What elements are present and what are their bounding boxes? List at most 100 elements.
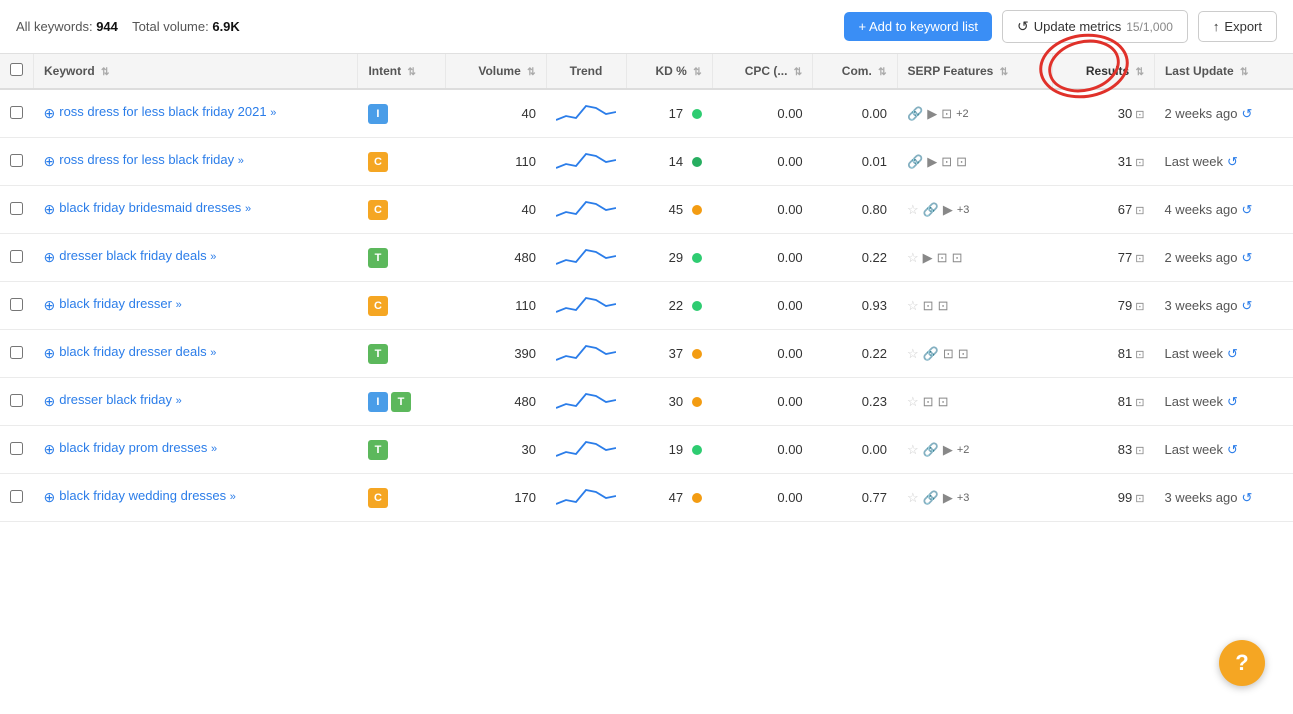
col-kd: KD % ⇅ xyxy=(626,54,712,89)
refresh-icon[interactable]: ↺ xyxy=(1227,346,1238,361)
keyword-link[interactable]: ⊕ black friday prom dresses » xyxy=(44,439,348,460)
results-link-icon: ⊡ xyxy=(1135,493,1144,505)
serp-cell: ☆🔗⊡⊡ xyxy=(897,330,1053,378)
com-cell: 0.77 xyxy=(813,474,897,522)
row-checkbox[interactable] xyxy=(10,442,23,455)
keyword-link[interactable]: ⊕ ross dress for less black friday » xyxy=(44,151,348,172)
kd-sort-icon[interactable]: ⇅ xyxy=(693,67,701,78)
last-update-cell: Last week↺ xyxy=(1154,138,1293,186)
keyword-text: black friday dresser » xyxy=(59,295,181,313)
com-cell: 0.01 xyxy=(813,138,897,186)
serp-star-icon: ☆ xyxy=(907,250,919,266)
row-checkbox-cell[interactable] xyxy=(0,138,34,186)
results-link-icon: ⊡ xyxy=(1135,205,1144,217)
volume-sort-icon[interactable]: ⇅ xyxy=(527,67,535,78)
serp-star-icon: ☆ xyxy=(907,442,919,458)
intent-sort-icon[interactable]: ⇅ xyxy=(407,67,415,78)
intent-cell: C xyxy=(358,186,446,234)
keyword-link[interactable]: ⊕ black friday dresser » xyxy=(44,295,348,316)
refresh-icon[interactable]: ↺ xyxy=(1241,298,1252,313)
refresh-icon[interactable]: ↺ xyxy=(1227,442,1238,457)
results-sort-icon[interactable]: ⇅ xyxy=(1136,67,1144,78)
kd-cell: 14 xyxy=(626,138,712,186)
refresh-icon[interactable]: ↺ xyxy=(1227,394,1238,409)
trend-chart xyxy=(556,194,616,222)
volume-cell: 480 xyxy=(446,234,546,282)
row-checkbox[interactable] xyxy=(10,154,23,167)
serp-image-icon: ⊡ xyxy=(941,154,952,170)
keyword-sort-icon[interactable]: ⇅ xyxy=(101,67,109,78)
keyword-link[interactable]: ⊕ black friday dresser deals » xyxy=(44,343,348,364)
row-checkbox[interactable] xyxy=(10,106,23,119)
com-sort-icon[interactable]: ⇅ xyxy=(878,67,886,78)
row-checkbox-cell[interactable] xyxy=(0,474,34,522)
keyword-plus-icon: ⊕ xyxy=(44,248,56,268)
kd-dot xyxy=(692,205,702,215)
last-update-sort-icon[interactable]: ⇅ xyxy=(1240,67,1248,78)
update-metrics-button[interactable]: ↺ Update metrics 15/1,000 xyxy=(1002,10,1188,43)
row-checkbox[interactable] xyxy=(10,490,23,503)
row-checkbox[interactable] xyxy=(10,250,23,263)
row-checkbox-cell[interactable] xyxy=(0,378,34,426)
serp-cell: ☆🔗▶+2 xyxy=(897,426,1053,474)
refresh-icon[interactable]: ↺ xyxy=(1241,490,1252,505)
refresh-icon[interactable]: ↺ xyxy=(1227,154,1238,169)
keyword-link[interactable]: ⊕ dresser black friday deals » xyxy=(44,247,348,268)
cpc-sort-icon[interactable]: ⇅ xyxy=(794,67,802,78)
keyword-cell: ⊕ ross dress for less black friday » xyxy=(34,138,358,186)
cpc-cell: 0.00 xyxy=(712,378,813,426)
kd-value: 17 xyxy=(669,106,683,121)
serp-icons-group: ☆🔗▶+3 xyxy=(907,202,1043,218)
volume-cell: 390 xyxy=(446,330,546,378)
keyword-arrows: » xyxy=(210,251,216,263)
refresh-icon[interactable]: ↺ xyxy=(1241,106,1252,121)
results-link-icon: ⊡ xyxy=(1135,445,1144,457)
col-results: Results ⇅ xyxy=(1053,54,1154,89)
row-checkbox[interactable] xyxy=(10,394,23,407)
intent-group: C xyxy=(368,296,436,316)
row-checkbox-cell[interactable] xyxy=(0,89,34,138)
keyword-plus-icon: ⊕ xyxy=(44,392,56,412)
keyword-link[interactable]: ⊕ black friday wedding dresses » xyxy=(44,487,348,508)
serp-sort-icon[interactable]: ⇅ xyxy=(1000,67,1008,78)
table-row: ⊕ ross dress for less black friday 2021 … xyxy=(0,89,1293,138)
last-update-cell: 3 weeks ago↺ xyxy=(1154,282,1293,330)
add-to-keyword-list-button[interactable]: + Add to keyword list xyxy=(844,12,992,41)
keyword-arrows: » xyxy=(210,347,216,359)
serp-plus-icon: +3 xyxy=(957,204,970,216)
row-checkbox-cell[interactable] xyxy=(0,330,34,378)
kd-cell: 47 xyxy=(626,474,712,522)
serp-image-icon: ⊡ xyxy=(938,298,949,314)
kd-wrapper: 47 xyxy=(636,490,702,505)
help-button[interactable]: ? xyxy=(1219,640,1265,686)
com-cell: 0.22 xyxy=(813,330,897,378)
row-checkbox[interactable] xyxy=(10,298,23,311)
keyword-link[interactable]: ⊕ black friday bridesmaid dresses » xyxy=(44,199,348,220)
intent-badge: I xyxy=(368,392,388,412)
cpc-cell: 0.00 xyxy=(712,282,813,330)
kd-wrapper: 19 xyxy=(636,442,702,457)
row-checkbox-cell[interactable] xyxy=(0,282,34,330)
row-checkbox-cell[interactable] xyxy=(0,186,34,234)
keyword-cell: ⊕ black friday bridesmaid dresses » xyxy=(34,186,358,234)
row-checkbox[interactable] xyxy=(10,202,23,215)
row-checkbox[interactable] xyxy=(10,346,23,359)
serp-link-icon: 🔗 xyxy=(923,346,939,362)
intent-badge: I xyxy=(368,104,388,124)
com-cell: 0.80 xyxy=(813,186,897,234)
intent-group: T xyxy=(368,440,436,460)
refresh-icon[interactable]: ↺ xyxy=(1241,202,1252,217)
kd-dot xyxy=(692,109,702,119)
keyword-link[interactable]: ⊕ dresser black friday » xyxy=(44,391,348,412)
export-button[interactable]: ↑ Export xyxy=(1198,11,1277,42)
intent-group: C xyxy=(368,488,436,508)
kd-wrapper: 30 xyxy=(636,394,702,409)
row-checkbox-cell[interactable] xyxy=(0,426,34,474)
results-cell: 77⊡ xyxy=(1053,234,1154,282)
row-checkbox-cell[interactable] xyxy=(0,234,34,282)
intent-badge: T xyxy=(391,392,411,412)
keyword-link[interactable]: ⊕ ross dress for less black friday 2021 … xyxy=(44,103,348,124)
refresh-icon[interactable]: ↺ xyxy=(1241,250,1252,265)
select-all-checkbox[interactable] xyxy=(0,54,34,89)
intent-cell: IT xyxy=(358,378,446,426)
